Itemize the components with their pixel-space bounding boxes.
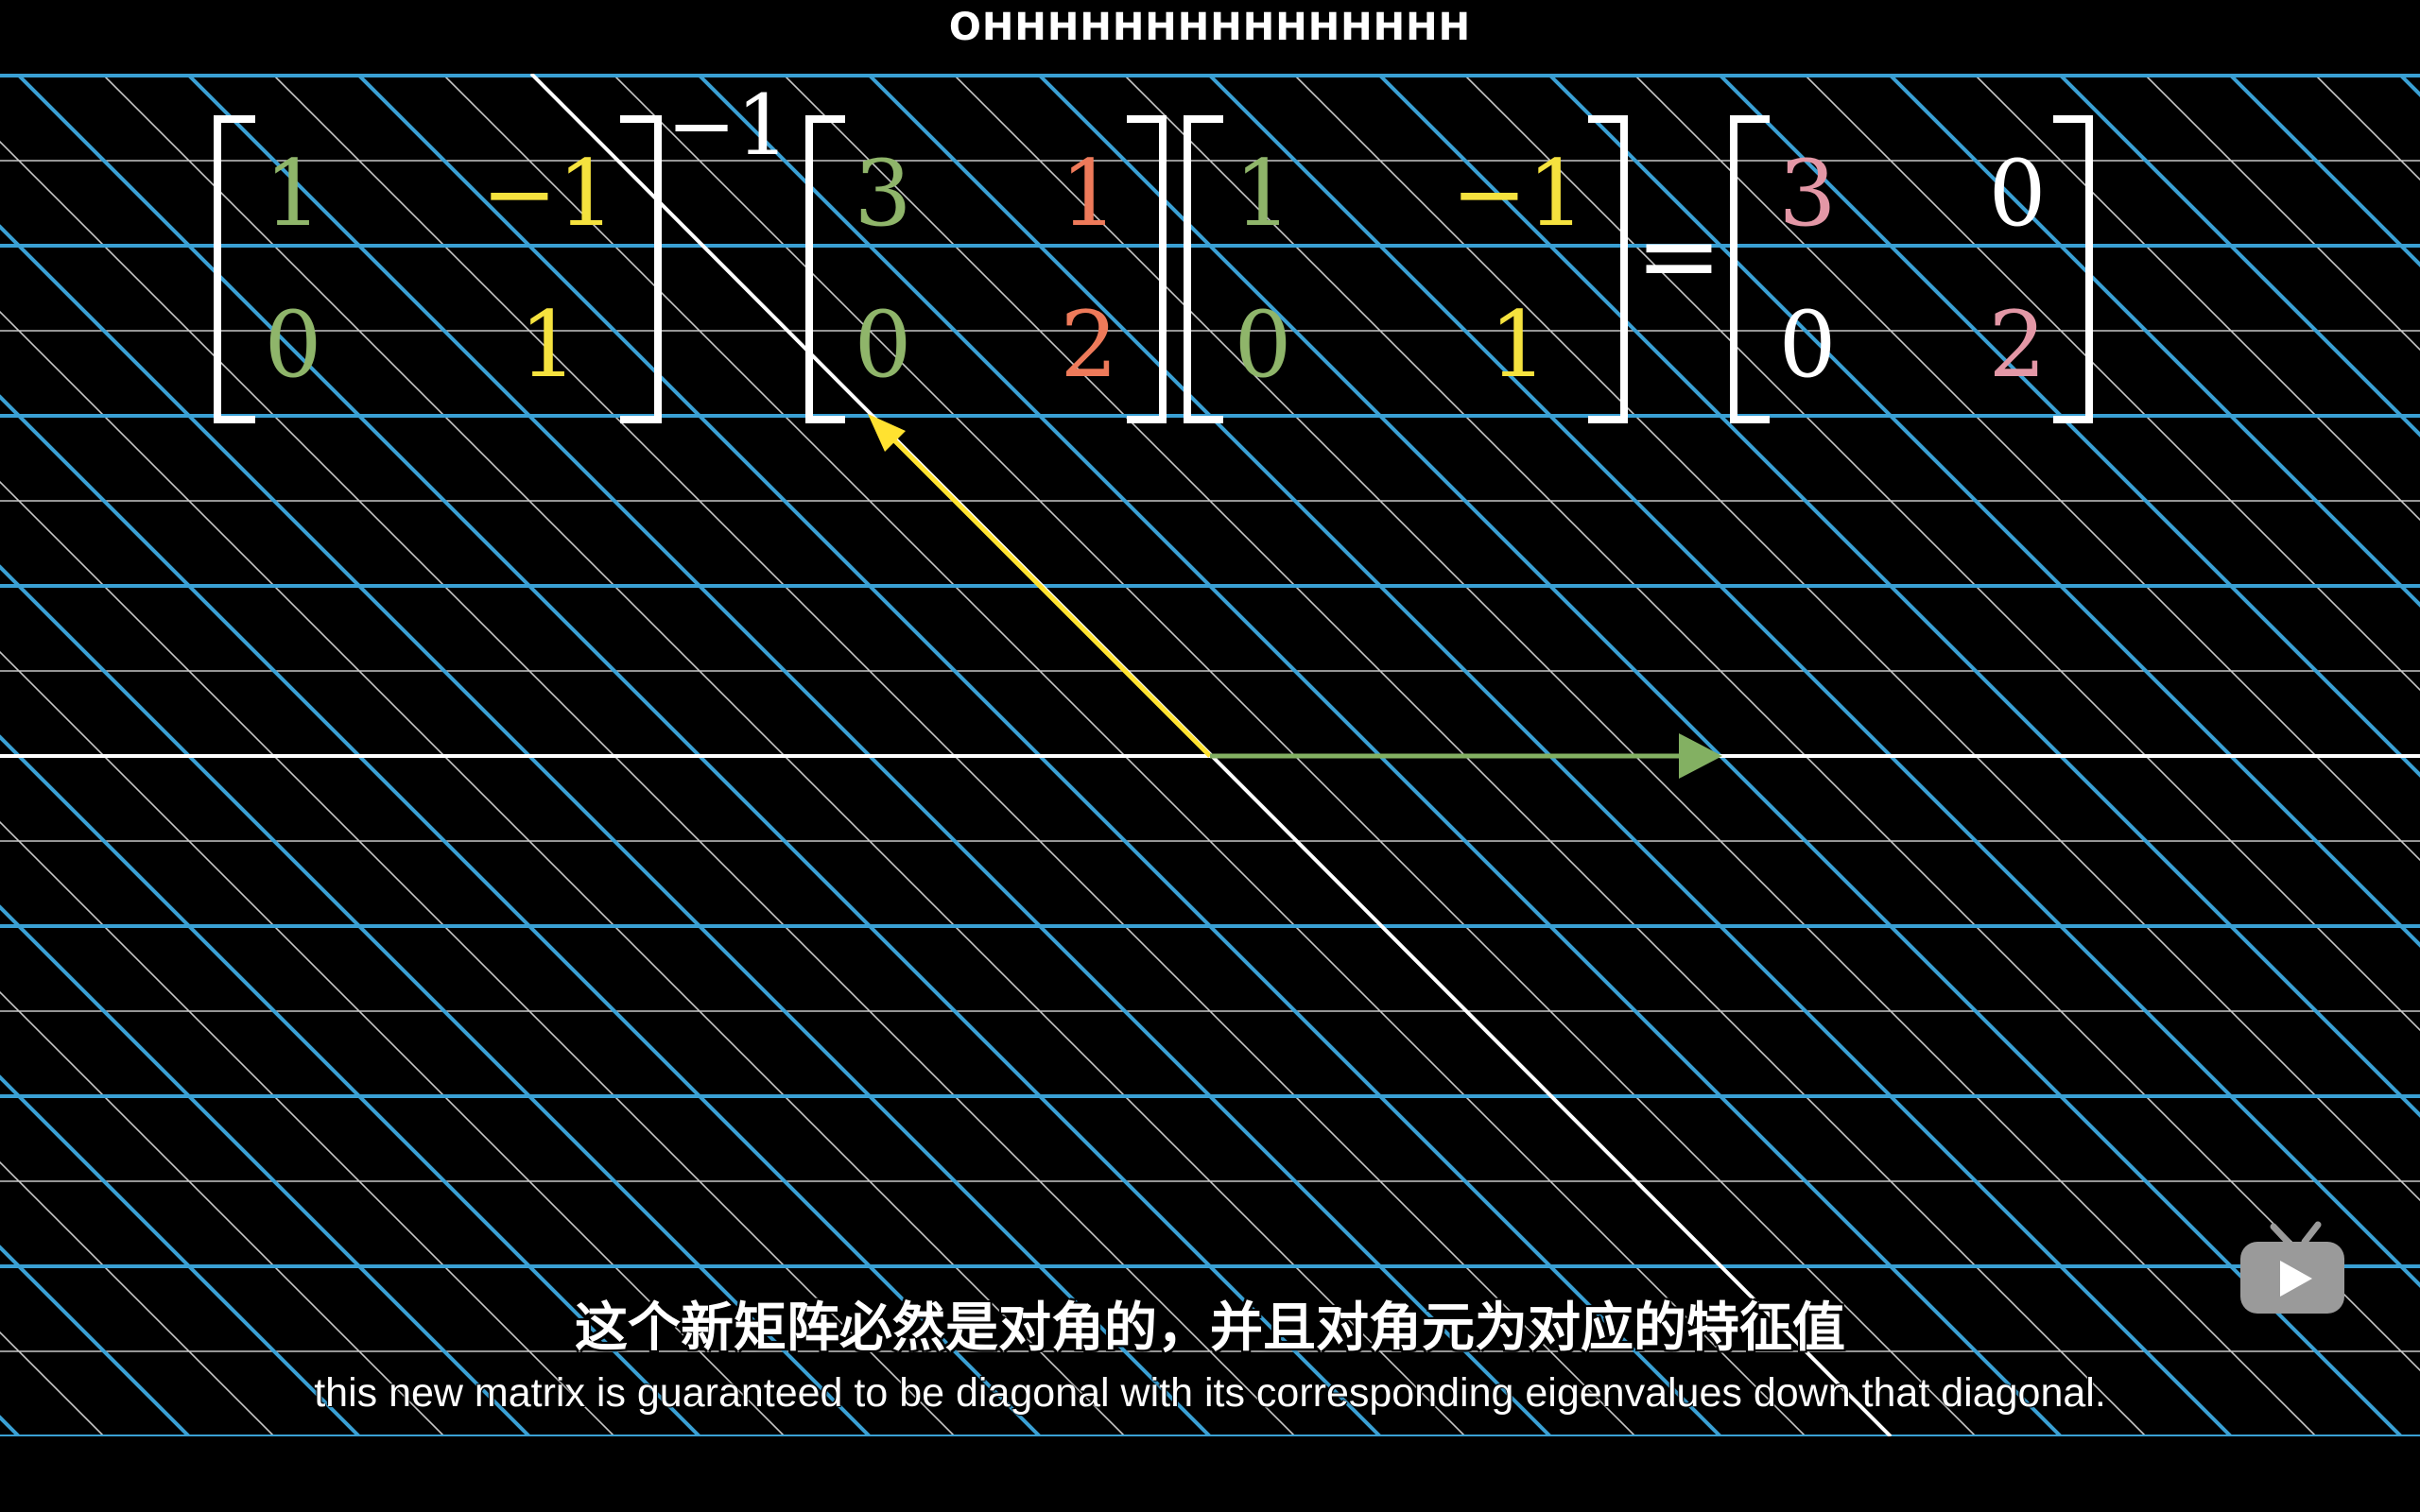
- matrix-a-entry: −1: [481, 141, 615, 247]
- matrix-a-entry: 1: [264, 141, 321, 247]
- subtitle-english: this new matrix is guaranteed to be diag…: [314, 1370, 2106, 1416]
- danmaku-comment: OHHHHHHHHHHHHHHH: [948, 6, 1472, 49]
- matrix-d-entry: 0: [1778, 292, 1836, 398]
- matrix-d: 3 0 0 2: [1730, 115, 2093, 423]
- matrix-c-entry: 0: [1234, 292, 1291, 398]
- matrix-b-entry: 2: [1060, 292, 1117, 398]
- eigenvector-green-arrow: [1210, 733, 1722, 779]
- video-frame[interactable]: 1 −1 0 1 −1 3 1 0 2 1 −1 0 1 = 3 0 0 2: [0, 74, 2420, 1436]
- linear-transformation-grid: 1 −1 0 1 −1 3 1 0 2 1 −1 0 1 = 3 0 0 2: [0, 74, 2420, 1436]
- matrix-b-entry: 0: [854, 292, 911, 398]
- bilibili-tv-icon: [2240, 1221, 2344, 1314]
- matrix-a-entry: 1: [519, 292, 577, 398]
- matrix-b: 3 1 0 2: [805, 115, 1167, 423]
- matrix-c-entry: 1: [1489, 292, 1547, 398]
- matrix-d-entry: 2: [1988, 292, 2046, 398]
- tv-icon[interactable]: [2231, 1219, 2354, 1323]
- matrix-b-entry: 1: [1060, 141, 1117, 247]
- matrix-d-entry: 3: [1778, 141, 1836, 247]
- inverse-exponent: −1: [666, 77, 789, 174]
- matrix-c-entry: 1: [1234, 141, 1291, 247]
- subtitle-chinese: 这个新矩阵必然是对角的，并且对角元为对应的特征值: [575, 1297, 1845, 1359]
- equals-sign: =: [1635, 195, 1722, 316]
- video-stage: OHHHHHHHHHHHHHHH 1 −1 0 1 −1 3 1 0 2 1 −…: [0, 0, 2420, 1512]
- matrix-c-entry: −1: [1451, 141, 1585, 247]
- matrix-d-entry: 0: [1988, 141, 2046, 247]
- matrix-b-entry: 3: [854, 141, 911, 247]
- matrix-a-entry: 0: [264, 292, 321, 398]
